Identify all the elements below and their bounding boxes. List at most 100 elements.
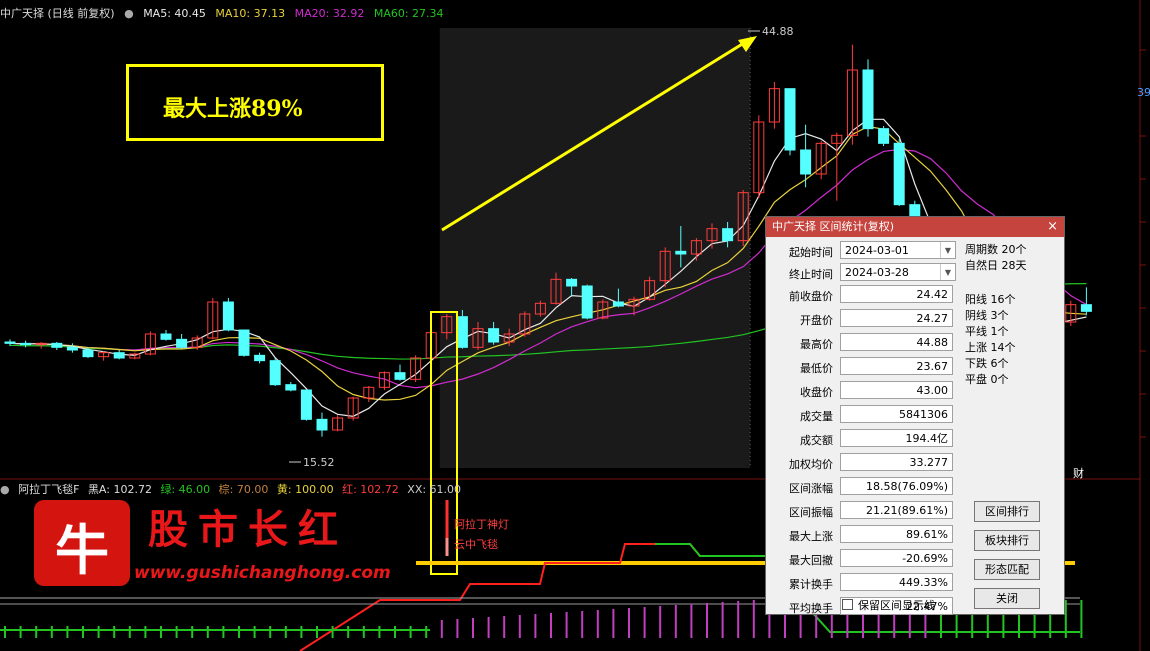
indicator-lv: 绿: 46.00 (160, 483, 211, 496)
end-time-row: 终止时间 2024-03-28 ▼ (766, 263, 966, 283)
checkbox-label: 保留区间显示线 (858, 599, 935, 612)
stat-row: 累计换手 449.33% (766, 573, 966, 593)
end-time-value: 2024-03-28 (845, 266, 909, 279)
interval-rank-button[interactable]: 区间排行 (974, 501, 1040, 522)
stat-value: -20.69% (840, 549, 953, 567)
chart-header: 中广天择 (日线 前复权) ● MA5: 40.45 MA10: 37.13 M… (0, 0, 1150, 28)
candle-body (878, 128, 890, 144)
watermark-logo-char: 牛 (55, 518, 109, 582)
stat-label: 区间振幅 (789, 506, 833, 519)
watermark-brand: 股市长红 (148, 506, 348, 553)
stat-row: 区间振幅 21.21(89.61%) (766, 501, 966, 521)
chevron-down-icon[interactable]: ▼ (940, 264, 955, 280)
max-rise-callout: 最大上涨89% (126, 64, 384, 141)
keep-range-checkbox[interactable]: 保留区间显示线 (842, 597, 935, 613)
stat-label: 成交额 (800, 434, 833, 447)
sector-rank-button[interactable]: 板块排行 (974, 530, 1040, 551)
stat-row: 区间涨幅 18.58(76.09%) (766, 477, 966, 497)
start-time-row: 起始时间 2024-03-01 ▼ (766, 241, 966, 261)
indicator-zong: 棕: 70.00 (218, 483, 269, 496)
candle-body (456, 316, 468, 348)
chevron-down-icon[interactable]: ▼ (940, 242, 955, 258)
dialog-title: 中广天择 区间统计(复权) (772, 220, 895, 233)
candle-stat: 下跌 6个 (965, 357, 1009, 370)
candle-body (300, 389, 312, 420)
candle-body (566, 278, 578, 287)
low-price-label: 15.52 (303, 456, 335, 469)
end-time-label: 终止时间 (789, 268, 833, 281)
start-time-select[interactable]: 2024-03-01 ▼ (840, 241, 956, 259)
stat-row: 加权均价 33.277 (766, 453, 966, 473)
start-time-value: 2024-03-01 (845, 244, 909, 257)
ma20-value: MA20: 32.92 (294, 7, 365, 20)
candle-body (238, 329, 250, 356)
indicator-name: 阿拉丁飞毯F (18, 483, 80, 496)
stat-label: 平均换手 (789, 602, 833, 615)
checkbox-box[interactable] (842, 599, 853, 610)
candle-body (176, 338, 188, 348)
indicator-hong: 红: 102.72 (342, 483, 399, 496)
stat-label: 累计换手 (789, 578, 833, 591)
candle-body (1080, 304, 1092, 312)
settings-icon[interactable]: ● (124, 7, 134, 20)
close-icon[interactable]: × (1047, 217, 1058, 237)
stat-row: 成交额 194.4亿 (766, 429, 966, 449)
watermark-logo: 牛 (34, 500, 130, 586)
ma5-value: MA5: 40.45 (143, 7, 206, 20)
stat-value: 33.277 (840, 453, 953, 471)
candle-stat: 自然日 28天 (965, 259, 1027, 272)
chart-title: 中广天择 (日线 前复权) (0, 7, 115, 20)
stat-row: 最大回撤 -20.69% (766, 549, 966, 569)
stat-value: 21.21(89.61%) (840, 501, 953, 519)
stat-label: 最大回撤 (789, 554, 833, 567)
dialog-titlebar[interactable]: 中广天择 区间统计(复权) × (766, 217, 1064, 237)
indicator-huang: 黄: 100.00 (276, 483, 334, 496)
candle-stat: 上涨 14个 (965, 341, 1016, 354)
candle-stat: 阴线 3个 (965, 309, 1009, 322)
candle-body (394, 372, 406, 380)
close-button[interactable]: 关闭 (974, 588, 1040, 609)
ma10-value: MA10: 37.13 (215, 7, 286, 20)
stat-row: 成交量 5841306 (766, 405, 966, 425)
stat-value: 89.61% (840, 525, 953, 543)
interval-stats-dialog[interactable]: 中广天择 区间统计(复权) × 起始时间 2024-03-01 ▼ 终止时间 20… (765, 216, 1065, 615)
selected-range-bg (439, 28, 751, 468)
candle-stat: 平线 1个 (965, 325, 1009, 338)
stat-label: 最高价 (800, 338, 833, 351)
candle-body (113, 352, 125, 359)
candle-body (675, 250, 687, 255)
candle-body (4, 341, 16, 344)
pattern-match-button[interactable]: 形态匹配 (974, 559, 1040, 580)
end-time-select[interactable]: 2024-03-28 ▼ (840, 263, 956, 281)
candle-body (66, 346, 78, 351)
stat-value: 43.00 (840, 381, 953, 399)
candle-body (581, 285, 593, 319)
stat-row: 最高价 44.88 (766, 333, 966, 353)
candle-body (862, 69, 874, 130)
candle-body (82, 349, 94, 358)
stat-value: 24.42 (840, 285, 953, 303)
stat-value: 24.27 (840, 309, 953, 327)
indicator-xx: XX: 61.00 (407, 483, 462, 496)
candle-stat: 阳线 16个 (965, 293, 1016, 306)
candle-body (612, 301, 624, 307)
stat-label: 加权均价 (789, 458, 833, 471)
finance-marker: 财 (1073, 466, 1084, 480)
stat-row: 最大上涨 89.61% (766, 525, 966, 545)
indicator-hei: 黑A: 102.72 (87, 483, 152, 496)
stat-value: 449.33% (840, 573, 953, 591)
stat-label: 区间涨幅 (789, 482, 833, 495)
stat-label: 收盘价 (800, 386, 833, 399)
candle-body (51, 342, 63, 348)
stat-label: 开盘价 (800, 314, 833, 327)
stat-row: 开盘价 24.27 (766, 309, 966, 329)
start-time-label: 起始时间 (789, 246, 833, 259)
right-price-tag: 39 (1137, 86, 1150, 99)
indicator-settings-icon[interactable]: ● (0, 483, 10, 496)
candle-body (800, 149, 812, 175)
stat-row: 最低价 23.67 (766, 357, 966, 377)
ma60-value: MA60: 27.34 (373, 7, 444, 20)
candle-body (488, 328, 500, 343)
stat-value: 23.67 (840, 357, 953, 375)
candle-body (160, 333, 172, 340)
